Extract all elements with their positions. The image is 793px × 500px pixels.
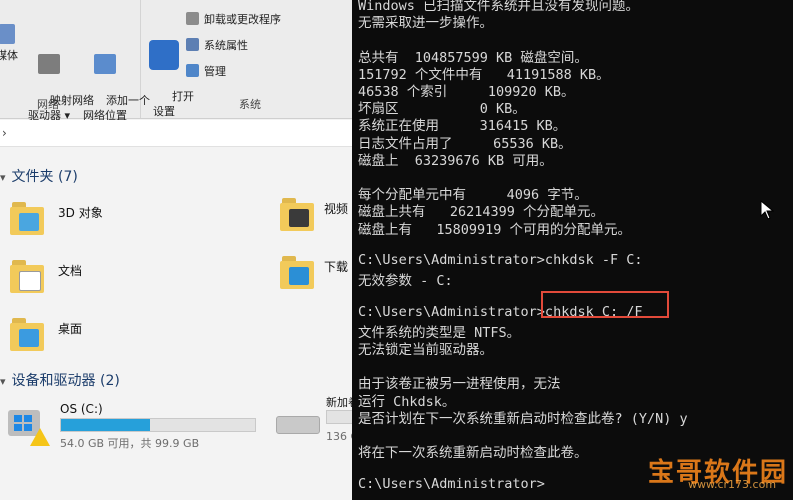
mouse-cursor-icon [760, 200, 774, 220]
checklist-icon [186, 38, 199, 51]
command-prompt-window[interactable]: Windows 已扫描文件系统并且没有发现问题。 无需采取进一步操作。 总共有 10… [352, 0, 793, 500]
ribbon-toolbar: 媒体 映射网络 驱动器 ▾ 添加一个 网络位置 网络 打开 设置 系统 卸载或更… [0, 0, 360, 122]
manage-button[interactable]: 管理 [186, 63, 226, 81]
desktop-folder-icon [10, 314, 44, 354]
network-drive-icon [38, 54, 60, 74]
file-explorer-window: 媒体 映射网络 驱动器 ▾ 添加一个 网络位置 网络 打开 设置 系统 卸载或更… [0, 0, 360, 500]
ribbon-group-network: 媒体 映射网络 驱动器 ▾ 添加一个 网络位置 网络 [0, 0, 150, 122]
folder-documents[interactable]: 文档 [0, 256, 100, 304]
folder-downloads[interactable]: 下载 [270, 252, 360, 300]
system-properties-button[interactable]: 系统属性 [186, 37, 248, 55]
terminal-line: 是否计划在下一次系统重新启动时检查此卷? (Y/N) y [358, 410, 688, 427]
highlighted-command-box [541, 291, 669, 318]
watermark-logo: 宝哥软件园 www.cr173.com [648, 452, 788, 496]
folder-3d-objects[interactable]: 3D 对象 [0, 198, 103, 246]
documents-folder-icon [10, 256, 44, 296]
warning-icon [30, 428, 50, 446]
terminal-line: 无法锁定当前驱动器。 [358, 342, 493, 358]
chevron-down-icon: ▾ [0, 171, 6, 184]
downloads-folder-icon [280, 252, 314, 292]
uninstall-icon [186, 12, 199, 25]
terminal-line: 将在下一次系统重新启动时检查此卷。 [358, 445, 588, 462]
network-location-icon [94, 54, 116, 74]
terminal-line: 磁盘上有 15809919 个可用的分配单元。 [358, 221, 632, 238]
open-settings-button[interactable]: 打开 设置 [144, 10, 194, 134]
drive-c[interactable]: OS (C:) 54.0 GB 可用，共 99.9 GB [0, 398, 270, 454]
terminal-line: 磁盘上 63239676 KB 可用。 [358, 152, 553, 169]
hard-drive-icon [276, 416, 320, 434]
drive-c-name: OS (C:) [60, 402, 103, 416]
group-label-system: 系统 [239, 98, 261, 111]
windows-drive-icon [8, 406, 52, 446]
drive-c-usage-fill [61, 419, 151, 431]
media-icon [0, 24, 15, 44]
folder-videos[interactable]: 视频 [270, 194, 360, 242]
devices-section-header[interactable]: ▾ 设备和驱动器 (2) [0, 370, 120, 390]
terminal-line: 无效参数 - C: [358, 273, 453, 290]
watermark-url: www.cr173.com [688, 478, 777, 491]
uninstall-program-button[interactable]: 卸载或更改程序 [186, 11, 281, 29]
drive-c-free-space: 54.0 GB 可用，共 99.9 GB [60, 437, 200, 450]
terminal-line: 无需采取进一步操作。 [358, 15, 493, 32]
videos-folder-icon [280, 194, 314, 234]
drive-c-usage-bar [60, 418, 256, 432]
group-label-network: 网络 [37, 98, 59, 111]
3d-objects-folder-icon [10, 198, 44, 238]
folder-desktop[interactable]: 桌面 [0, 314, 100, 362]
folders-section-header[interactable]: ▾ 文件夹 (7) [0, 166, 78, 186]
terminal-line: C:\Users\Administrator> [358, 475, 545, 492]
drive-new-volume[interactable]: 新加卷 136 G [270, 392, 360, 448]
terminal-line: C:\Users\Administrator>chkdsk -F C: [358, 252, 643, 268]
chevron-down-icon: ▾ [0, 375, 6, 388]
breadcrumb[interactable]: › [0, 120, 360, 147]
media-button[interactable]: 媒体 [0, 24, 20, 63]
gear-icon [149, 40, 179, 70]
computer-manage-icon [186, 64, 199, 77]
